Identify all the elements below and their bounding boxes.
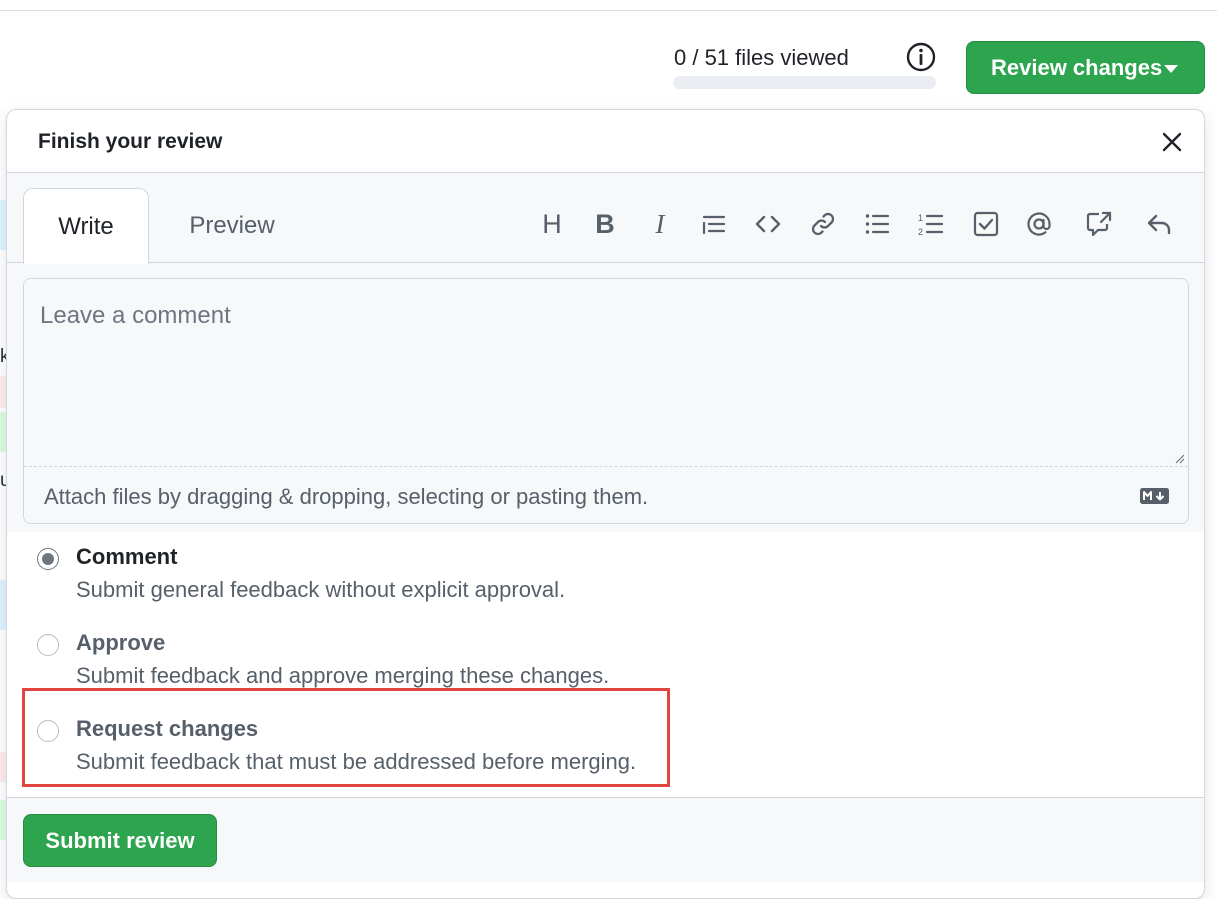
- unordered-list-button[interactable]: [862, 209, 892, 239]
- svg-text:2: 2: [918, 227, 923, 237]
- info-icon[interactable]: [905, 41, 937, 73]
- mention-button[interactable]: [1024, 209, 1054, 239]
- bold-icon: B: [595, 208, 615, 239]
- option-description: Submit general feedback without explicit…: [76, 577, 566, 602]
- mention-icon: [1027, 212, 1051, 236]
- link-button[interactable]: [808, 209, 838, 239]
- files-viewed-progress: [673, 76, 936, 89]
- option-description: Submit feedback and approve merging thes…: [76, 663, 610, 688]
- italic-button[interactable]: I: [645, 209, 675, 239]
- comment-input[interactable]: [24, 279, 1188, 466]
- comment-box: Attach files by dragging & dropping, sel…: [23, 278, 1189, 524]
- heading-button[interactable]: H: [537, 209, 567, 239]
- submit-review-button[interactable]: Submit review: [23, 814, 217, 867]
- editor-tab-bar: Write Preview H B I 1 2: [7, 173, 1204, 264]
- ordered-list-button[interactable]: 12: [916, 209, 946, 239]
- request-changes-highlight: [22, 688, 670, 787]
- caret-down-icon: [1164, 65, 1178, 73]
- cross-reference-icon: [1086, 211, 1112, 237]
- option-label: Approve: [76, 630, 166, 655]
- quote-icon: [702, 215, 726, 235]
- review-changes-button[interactable]: Review changes: [966, 41, 1205, 94]
- heading-icon: H: [542, 208, 562, 239]
- tab-write[interactable]: Write: [23, 188, 149, 264]
- resize-handle-icon[interactable]: [1173, 452, 1185, 464]
- panel-header: Finish your review: [7, 110, 1204, 173]
- quote-button[interactable]: [699, 209, 729, 239]
- attach-files-bar[interactable]: Attach files by dragging & dropping, sel…: [24, 466, 1188, 523]
- svg-text:1: 1: [918, 213, 923, 223]
- markdown-icon[interactable]: [1139, 487, 1170, 505]
- ordered-list-icon: 12: [918, 213, 944, 237]
- unordered-list-icon: [865, 214, 890, 234]
- italic-icon: I: [655, 208, 665, 239]
- tab-preview[interactable]: Preview: [167, 188, 297, 264]
- bold-button[interactable]: B: [590, 209, 620, 239]
- code-icon: [755, 215, 781, 233]
- panel-title: Finish your review: [38, 130, 223, 153]
- page-divider: [0, 10, 1217, 11]
- link-icon: [811, 212, 835, 236]
- comment-radio[interactable]: [37, 548, 59, 570]
- task-list-button[interactable]: [971, 209, 1001, 239]
- close-icon[interactable]: [1160, 130, 1184, 154]
- approve-radio[interactable]: [37, 634, 59, 656]
- code-button[interactable]: [753, 209, 783, 239]
- panel-footer: Submit review: [6, 797, 1205, 882]
- review-changes-label: Review changes: [991, 54, 1163, 80]
- saved-replies-button[interactable]: [1144, 209, 1174, 239]
- cross-reference-button[interactable]: [1084, 209, 1114, 239]
- option-label: Comment: [76, 544, 178, 569]
- files-viewed-label: 0 / 51 files viewed: [674, 45, 849, 70]
- attach-files-text: Attach files by dragging & dropping, sel…: [44, 484, 649, 509]
- task-list-icon: [973, 211, 999, 237]
- reply-icon: [1147, 214, 1171, 235]
